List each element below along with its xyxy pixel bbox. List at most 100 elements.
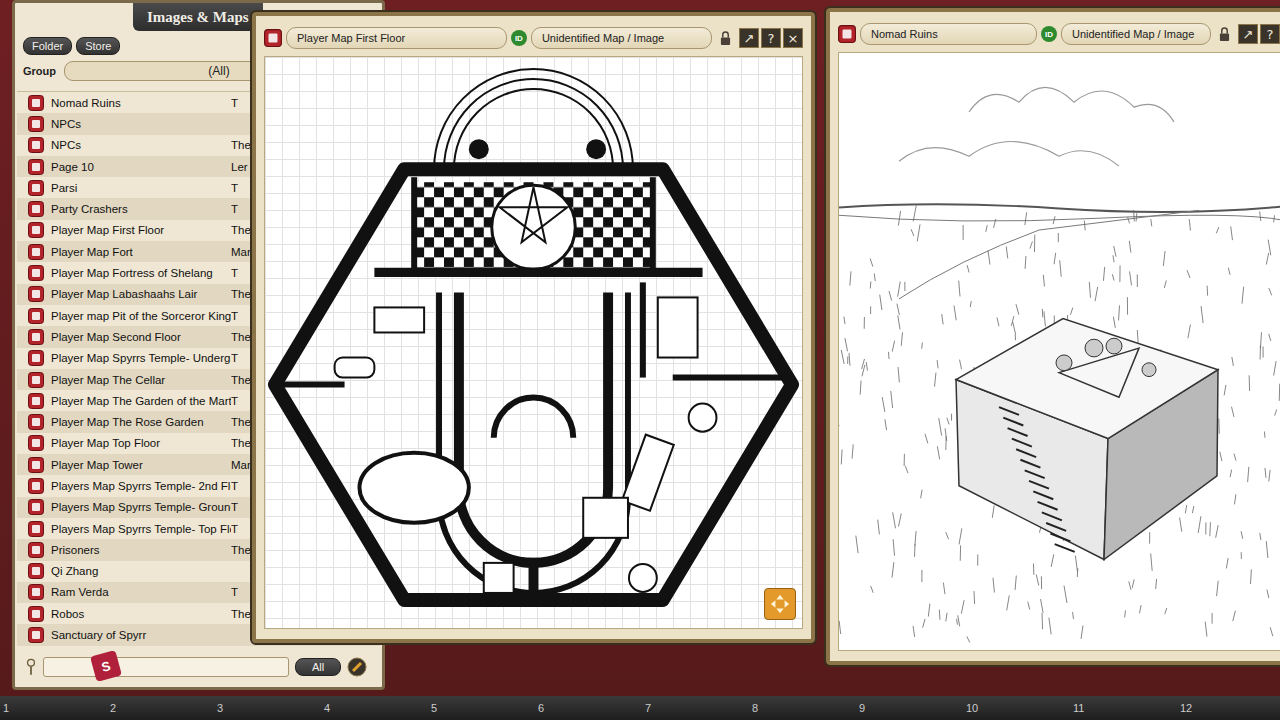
image-name: Player Map Tower bbox=[51, 459, 231, 471]
image-name: Robos bbox=[51, 608, 231, 620]
image-name: Player Map Fort bbox=[51, 246, 231, 258]
record-icon[interactable] bbox=[28, 414, 44, 430]
window-title-bar[interactable]: Player Map First FloorIDUnidentified Map… bbox=[264, 24, 803, 52]
window-title[interactable]: Nomad Ruins bbox=[860, 23, 1037, 45]
image-name: Players Map Spyrrs Temple- Ground Flc bbox=[51, 501, 231, 513]
lock-icon[interactable] bbox=[1219, 27, 1230, 42]
record-icon[interactable] bbox=[28, 435, 44, 451]
die-icon[interactable]: S bbox=[90, 650, 122, 682]
panel-title: Images & Maps bbox=[133, 3, 263, 31]
window-control-button[interactable]: × bbox=[783, 28, 803, 48]
hotbar: 123456789101112 bbox=[0, 696, 1280, 720]
record-icon[interactable] bbox=[28, 116, 44, 132]
floor-plan-drawing bbox=[265, 57, 802, 628]
record-icon[interactable] bbox=[28, 286, 44, 302]
window-title-bar[interactable]: Nomad RuinsIDUnidentified Map / Image ↗? bbox=[838, 20, 1280, 48]
image-name: Player Map Spyrrs Temple- Undergrou bbox=[51, 352, 231, 364]
image-name: Prisoners bbox=[51, 544, 231, 556]
image-name: NPCs bbox=[51, 139, 231, 151]
image-name: Player map Pit of the Sorceror Kings bbox=[51, 310, 231, 322]
record-icon[interactable] bbox=[28, 499, 44, 515]
record-icon[interactable] bbox=[28, 478, 44, 494]
record-icon[interactable] bbox=[264, 29, 282, 47]
hotbar-slot[interactable]: 5 bbox=[431, 702, 538, 714]
image-name: Sanctuary of Spyrr bbox=[51, 629, 231, 641]
hotbar-slot[interactable]: 8 bbox=[752, 702, 859, 714]
image-name: Player Map Labashaahs Lair bbox=[51, 288, 231, 300]
record-icon[interactable] bbox=[28, 159, 44, 175]
image-name: Players Map Spyrrs Temple- Top Floor bbox=[51, 523, 231, 535]
panel-button[interactable]: Store bbox=[76, 37, 120, 55]
record-icon[interactable] bbox=[28, 563, 44, 579]
image-name: Player Map The Garden of the Martyrs bbox=[51, 395, 231, 407]
record-icon[interactable] bbox=[28, 393, 44, 409]
record-icon[interactable] bbox=[28, 222, 44, 238]
hotbar-slot[interactable]: 1 bbox=[3, 702, 110, 714]
record-icon[interactable] bbox=[28, 329, 44, 345]
hotbar-slot[interactable]: 12 bbox=[1180, 702, 1280, 714]
record-icon[interactable] bbox=[28, 606, 44, 622]
record-icon[interactable] bbox=[28, 457, 44, 473]
record-icon[interactable] bbox=[28, 201, 44, 217]
panel-footer: S All bbox=[15, 651, 382, 687]
record-icon[interactable] bbox=[28, 308, 44, 324]
map-image[interactable] bbox=[264, 56, 803, 629]
image-name: Parsi bbox=[51, 182, 231, 194]
filter-all-button[interactable]: All bbox=[295, 658, 341, 676]
record-icon[interactable] bbox=[28, 265, 44, 281]
record-icon[interactable] bbox=[28, 627, 44, 643]
window-controls: ↗? bbox=[1238, 24, 1280, 44]
record-icon[interactable] bbox=[28, 542, 44, 558]
group-label: Group bbox=[23, 65, 56, 77]
window-controls: ↗?× bbox=[739, 28, 803, 48]
window-control-button[interactable]: ↗ bbox=[739, 28, 759, 48]
image-window[interactable]: Nomad RuinsIDUnidentified Map / Image ↗? bbox=[826, 8, 1280, 665]
hotbar-slot[interactable]: 2 bbox=[110, 702, 217, 714]
hotbar-slot[interactable]: 11 bbox=[1073, 702, 1180, 714]
window-title[interactable]: Player Map First Floor bbox=[286, 27, 507, 49]
record-icon[interactable] bbox=[28, 244, 44, 260]
search-field[interactable] bbox=[43, 657, 289, 677]
record-icon[interactable] bbox=[28, 372, 44, 388]
hotbar-slot[interactable]: 4 bbox=[324, 702, 431, 714]
image-name: Player Map The Rose Garden bbox=[51, 416, 231, 428]
identification-status: Unidentified Map / Image bbox=[1061, 23, 1211, 45]
window-control-button[interactable]: ? bbox=[1260, 24, 1280, 44]
record-icon[interactable] bbox=[28, 95, 44, 111]
id-badge[interactable]: ID bbox=[1041, 26, 1057, 42]
die-label: S bbox=[100, 658, 112, 675]
window-control-button[interactable]: ? bbox=[761, 28, 781, 48]
hotbar-slot[interactable]: 9 bbox=[859, 702, 966, 714]
image-name: Party Crashers bbox=[51, 203, 231, 215]
image-name: Player Map Top Floor bbox=[51, 437, 231, 449]
identification-status: Unidentified Map / Image bbox=[531, 27, 712, 49]
ruins-sketch bbox=[839, 53, 1280, 650]
search-icon bbox=[25, 657, 37, 677]
record-icon[interactable] bbox=[28, 350, 44, 366]
image-name: Qi Zhang bbox=[51, 565, 231, 577]
id-badge[interactable]: ID bbox=[511, 30, 527, 46]
image-window[interactable]: Player Map First FloorIDUnidentified Map… bbox=[252, 12, 815, 643]
sketch-image[interactable] bbox=[838, 52, 1280, 651]
image-name: Player Map The Cellar bbox=[51, 374, 231, 386]
window-control-button[interactable]: ↗ bbox=[1238, 24, 1258, 44]
hotbar-slot[interactable]: 7 bbox=[645, 702, 752, 714]
image-name: Nomad Ruins bbox=[51, 97, 231, 109]
pencil-icon[interactable] bbox=[347, 657, 367, 677]
panel-button[interactable]: Folder bbox=[23, 37, 72, 55]
image-name: Player Map Second Floor bbox=[51, 331, 231, 343]
record-icon[interactable] bbox=[838, 25, 856, 43]
desktop: Images & MapsFolderStoreGroup(All)Nomad … bbox=[0, 0, 1280, 720]
record-icon[interactable] bbox=[28, 521, 44, 537]
image-name: Player Map First Floor bbox=[51, 224, 231, 236]
arrows-icon bbox=[769, 593, 791, 615]
record-icon[interactable] bbox=[28, 180, 44, 196]
map-tools-button[interactable] bbox=[764, 588, 796, 620]
hotbar-slot[interactable]: 3 bbox=[217, 702, 324, 714]
lock-icon[interactable] bbox=[720, 31, 731, 46]
record-icon[interactable] bbox=[28, 584, 44, 600]
image-name: Player Map Fortress of Shelang bbox=[51, 267, 231, 279]
record-icon[interactable] bbox=[28, 137, 44, 153]
hotbar-slot[interactable]: 6 bbox=[538, 702, 645, 714]
hotbar-slot[interactable]: 10 bbox=[966, 702, 1073, 714]
